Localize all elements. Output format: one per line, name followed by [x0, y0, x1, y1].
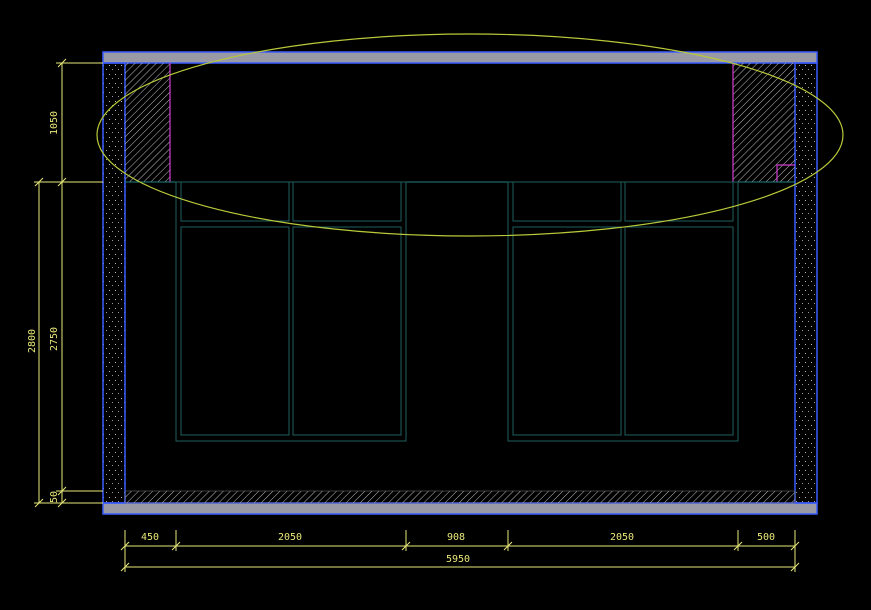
dim-seg1: 450 [141, 532, 159, 543]
dim-total-width: 5950 [446, 554, 470, 565]
dim-middle-height: 2750 [49, 327, 60, 351]
dim-seg3: 908 [447, 532, 465, 543]
dim-seg5: 500 [757, 532, 775, 543]
dim-total-height: 2800 [27, 329, 38, 353]
left-wall [102, 62, 126, 504]
bottom-slab [102, 502, 818, 515]
elevation-drawing: 1050 2750 50 2800 450 2050 908 2050 500 … [27, 33, 844, 572]
floor-hatch [124, 490, 796, 504]
left-cabinet [175, 181, 407, 442]
highlight-ellipse [96, 33, 844, 237]
upper-left-hatch [125, 63, 170, 182]
dim-seg2: 2050 [278, 532, 302, 543]
right-cabinet [507, 181, 739, 442]
dim-bottom-height: 50 [49, 491, 60, 503]
right-wall [794, 62, 818, 504]
dim-seg4: 2050 [610, 532, 634, 543]
dim-upper-height: 1050 [49, 111, 60, 135]
left-dimension-lines [34, 58, 103, 508]
